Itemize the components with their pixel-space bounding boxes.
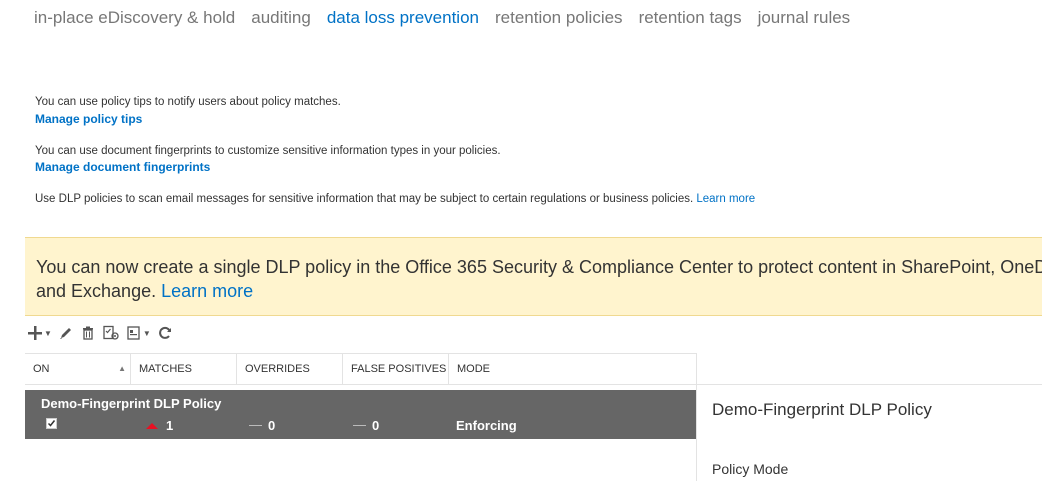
tab-data-loss-prevention[interactable]: data loss prevention	[327, 7, 479, 29]
check-icon	[47, 420, 56, 427]
policy-name: Demo-Fingerprint DLP Policy	[41, 396, 222, 411]
banner-message: You can now create a single DLP policy i…	[36, 255, 1042, 303]
policy-grid-header: ON ▲ MATCHES OVERRIDES FALSE POSITIVES M…	[25, 353, 696, 385]
trend-flat-icon	[353, 425, 366, 426]
dlp-description-text: Use DLP policies to scan email messages …	[35, 193, 694, 205]
export-icon	[127, 326, 140, 340]
overrides-value: 0	[268, 418, 276, 433]
tab-retention-tags[interactable]: retention tags	[639, 7, 742, 29]
edit-button[interactable]	[58, 325, 74, 341]
column-header-mode[interactable]: MODE	[449, 354, 696, 384]
refresh-icon	[158, 326, 171, 339]
column-header-overrides[interactable]: OVERRIDES	[237, 354, 343, 384]
trend-flat-icon	[249, 425, 262, 426]
detail-pane-divider	[696, 353, 697, 481]
policy-mode-label: Policy Mode	[712, 461, 789, 477]
false-positives-value: 0	[372, 418, 380, 433]
delete-icon	[82, 326, 93, 340]
column-header-matches[interactable]: MATCHES	[131, 354, 237, 384]
policy-tips-description: You can use policy tips to notify users …	[35, 96, 341, 108]
overrides-cell: 0	[249, 418, 275, 433]
add-icon	[28, 326, 42, 340]
add-button[interactable]: ▼	[27, 325, 52, 341]
compliance-center-banner: You can now create a single DLP policy i…	[25, 237, 1042, 316]
delete-button[interactable]	[80, 325, 96, 341]
table-row[interactable]: Demo-Fingerprint DLP Policy 1 0 0 Enforc…	[25, 390, 696, 439]
tab-in-place-ediscovery[interactable]: in-place eDiscovery & hold	[34, 7, 235, 29]
tab-journal-rules[interactable]: journal rules	[758, 7, 851, 29]
detail-pane-header-line	[696, 384, 1042, 385]
column-header-false-positives[interactable]: FALSE POSITIVES	[343, 354, 449, 384]
manage-policy-tips-link[interactable]: Manage policy tips	[35, 112, 142, 126]
toolbar: ▼ ▼	[27, 323, 179, 343]
tab-retention-policies[interactable]: retention policies	[495, 7, 623, 29]
matches-value: 1	[166, 418, 174, 433]
mode-value: Enforcing	[456, 418, 517, 433]
tab-auditing[interactable]: auditing	[251, 7, 311, 29]
fingerprints-description: You can use document fingerprints to cus…	[35, 145, 501, 157]
matches-cell: 1	[146, 418, 173, 433]
policy-on-cell[interactable]	[46, 418, 57, 429]
column-header-on-label: ON	[33, 363, 50, 375]
column-header-on[interactable]: ON ▲	[25, 354, 131, 384]
banner-learn-more-link[interactable]: Learn more	[161, 281, 253, 301]
manage-button[interactable]	[102, 325, 120, 341]
detail-policy-title: Demo-Fingerprint DLP Policy	[712, 400, 932, 419]
dlp-learn-more-link[interactable]: Learn more	[696, 193, 755, 205]
manage-document-fingerprints-link[interactable]: Manage document fingerprints	[35, 160, 210, 174]
export-button[interactable]: ▼	[126, 325, 151, 341]
edit-icon	[59, 328, 71, 339]
dlp-description: Use DLP policies to scan email messages …	[35, 193, 755, 205]
export-dropdown-caret-icon: ▼	[142, 328, 151, 338]
sort-ascending-icon: ▲	[118, 364, 126, 373]
mode-cell: Enforcing	[456, 418, 517, 433]
false-positives-cell: 0	[353, 418, 379, 433]
policy-enabled-checkbox[interactable]	[46, 418, 57, 429]
manage-icon	[103, 325, 119, 340]
refresh-button[interactable]	[157, 325, 173, 341]
top-nav: in-place eDiscovery & hold auditing data…	[34, 7, 866, 29]
add-dropdown-caret-icon: ▼	[44, 328, 52, 338]
trend-up-icon	[146, 422, 158, 429]
